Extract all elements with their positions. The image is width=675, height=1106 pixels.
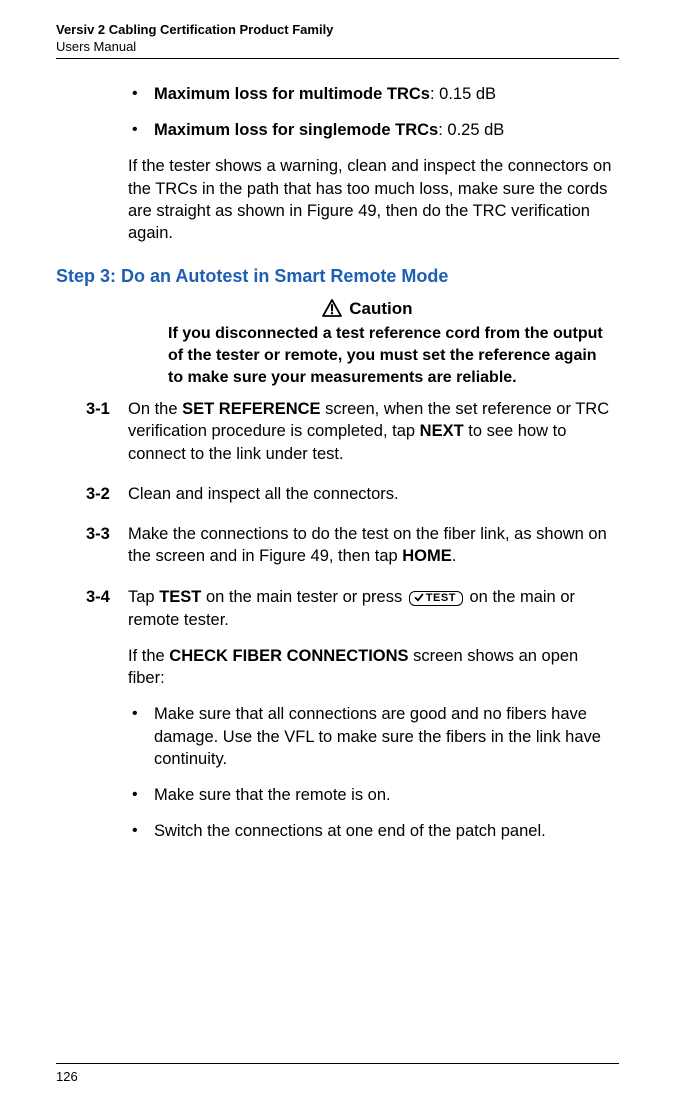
text: On the (128, 400, 182, 418)
bullet-value: : 0.25 dB (438, 121, 504, 139)
paragraph: If the tester shows a warning, clean and… (128, 155, 619, 244)
text: Clean and inspect all the connectors. (128, 485, 399, 503)
ui-term: SET REFERENCE (182, 400, 320, 418)
step-number: 3-2 (86, 483, 110, 505)
bullet-label: Maximum loss for multimode TRCs (154, 85, 430, 103)
step-number: 3-1 (86, 398, 110, 420)
step-body: Clean and inspect all the connectors. (128, 483, 619, 505)
text: on the main tester or press (201, 588, 406, 606)
caution-label: Caution (349, 299, 412, 318)
section-heading: Step 3: Do an Autotest in Smart Remote M… (56, 266, 619, 287)
header-divider (56, 58, 619, 59)
caution-body: If you disconnected a test reference cor… (168, 323, 607, 388)
step-body: Tap TEST on the main tester or press TES… (128, 586, 619, 843)
step-number: 3-4 (86, 586, 110, 608)
text: . (452, 547, 457, 565)
step-body: Make the connections to do the test on t… (128, 523, 619, 568)
list-item: Make sure that all connections are good … (128, 703, 619, 770)
caution-block: Caution If you disconnected a test refer… (128, 299, 619, 388)
list-item: Maximum loss for singlemode TRCs: 0.25 d… (128, 119, 619, 141)
page-number: 126 (56, 1069, 78, 1084)
key-label: TEST (426, 592, 456, 604)
doc-title: Versiv 2 Cabling Certification Product F… (56, 22, 619, 39)
test-key-icon: TEST (409, 586, 463, 608)
list-item: Maximum loss for multimode TRCs: 0.15 dB (128, 83, 619, 105)
step-item: 3-2 Clean and inspect all the connectors… (86, 483, 619, 505)
footer-divider (56, 1063, 619, 1064)
ui-term: HOME (402, 547, 452, 565)
doc-subtitle: Users Manual (56, 39, 619, 56)
bullet-label: Maximum loss for singlemode TRCs (154, 121, 438, 139)
bullet-value: : 0.15 dB (430, 85, 496, 103)
paragraph: If the CHECK FIBER CONNECTIONS screen sh… (128, 645, 619, 690)
caution-header: Caution (128, 299, 607, 319)
step-number: 3-3 (86, 523, 110, 545)
text: Make the connections to do the test on t… (128, 525, 607, 565)
warning-icon (322, 299, 349, 318)
list-item: Make sure that the remote is on. (128, 784, 619, 806)
text: If the (128, 647, 169, 665)
step-body: On the SET REFERENCE screen, when the se… (128, 398, 619, 465)
ui-term: CHECK FIBER CONNECTIONS (169, 647, 408, 665)
text: Tap (128, 588, 159, 606)
step-item: 3-4 Tap TEST on the main tester or press… (86, 586, 619, 843)
ui-term: NEXT (420, 422, 464, 440)
ui-term: TEST (159, 588, 201, 606)
step-item: 3-3 Make the connections to do the test … (86, 523, 619, 568)
page-content: Maximum loss for multimode TRCs: 0.15 dB… (56, 83, 619, 843)
list-item: Switch the connections at one end of the… (128, 820, 619, 842)
step-item: 3-1 On the SET REFERENCE screen, when th… (86, 398, 619, 465)
